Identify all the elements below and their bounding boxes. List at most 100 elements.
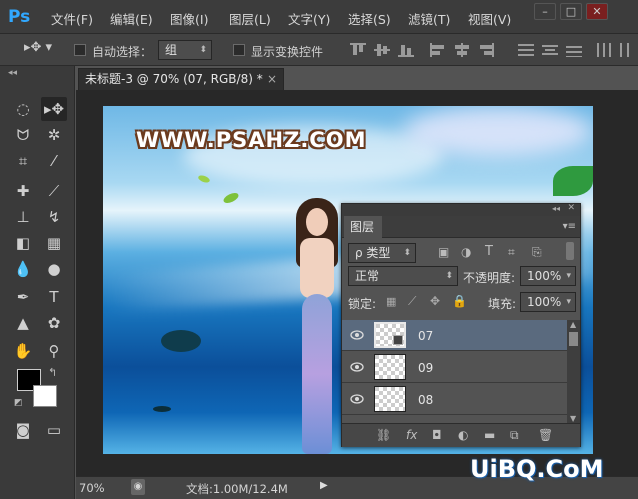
adjustment-layer-icon[interactable]: ◐ — [458, 428, 468, 442]
layer-row[interactable]: 09 — [342, 352, 567, 383]
fill-field[interactable]: 100% ▾ — [520, 292, 576, 312]
filter-toggle-icon[interactable] — [566, 242, 574, 260]
lock-position-icon[interactable]: ✥ — [430, 294, 440, 308]
close-panel-icon[interactable]: ✕ — [567, 203, 575, 213]
align-top-icon[interactable] — [350, 43, 366, 57]
menu-layer[interactable]: 图层(L) — [229, 9, 271, 28]
filter-type-icon[interactable]: T — [485, 244, 493, 259]
menu-image[interactable]: 图像(I) — [170, 9, 208, 28]
auto-select-checkbox[interactable] — [74, 44, 86, 56]
panel-menu-icon[interactable]: ▾≡ — [563, 221, 576, 232]
align-hcenter-icon[interactable] — [454, 43, 470, 57]
lock-transparent-icon[interactable]: ▦ — [386, 295, 396, 308]
distribute-right-icon[interactable] — [618, 43, 634, 57]
layer-name[interactable]: 07 — [418, 329, 433, 343]
menu-view[interactable]: 视图(V) — [468, 9, 511, 28]
move-tool-preset-icon[interactable]: ▸✥ ▾ — [24, 40, 62, 60]
filter-smart-object-icon[interactable]: ⎘ — [532, 245, 542, 260]
filter-adjustment-icon[interactable]: ◑ — [461, 245, 471, 259]
restore-icon[interactable]: □ — [560, 3, 582, 20]
status-menu-arrow-icon[interactable]: ▶ — [320, 480, 328, 491]
menu-file[interactable]: 文件(F) — [51, 9, 93, 28]
eyedropper-tool-icon[interactable]: ⁄ — [41, 149, 67, 173]
swap-colors-icon[interactable]: ↰ — [48, 366, 57, 379]
lasso-tool-icon[interactable]: ᗢ — [10, 123, 36, 147]
collapse-panel-icon[interactable]: ◂◂ — [552, 204, 560, 213]
dodge-tool-icon[interactable]: ● — [41, 257, 67, 281]
status-info-icon[interactable]: ◉ — [131, 479, 145, 495]
visibility-eye-icon[interactable] — [350, 329, 364, 341]
tools-panel: ◂◂ ◌ ▸✥ ᗢ ✲ ⌗ ⁄ ✚ ⟋ ⊥ ↯ ◧ ▦ 💧 ● ✒ T ▲ ✿ … — [0, 66, 75, 499]
collapse-arrows-icon[interactable]: ◂◂ — [8, 68, 17, 78]
crop-tool-icon[interactable]: ⌗ — [10, 149, 36, 173]
layer-row[interactable]: 08 — [342, 384, 567, 415]
add-mask-icon[interactable]: ◘ — [432, 428, 442, 442]
show-transform-checkbox[interactable] — [233, 44, 245, 56]
tab-layers[interactable]: 图层 — [344, 216, 382, 238]
screen-mode-icon[interactable]: ▭ — [41, 418, 67, 442]
pen-tool-icon[interactable]: ✒ — [10, 285, 36, 309]
scroll-up-icon[interactable]: ▲ — [570, 320, 576, 329]
menu-filter[interactable]: 滤镜(T) — [408, 9, 450, 28]
layers-panel: ◂◂ ✕ 图层 ▾≡ ρ 类型 ⬍ ▣ ◑ T ⌗ ⎘ 正常 ⬍ 不透明度: 1… — [341, 203, 581, 447]
history-brush-tool-icon[interactable]: ↯ — [41, 205, 67, 229]
scroll-thumb[interactable] — [569, 332, 578, 346]
quick-mask-icon[interactable]: ◙ — [10, 418, 36, 442]
move-tool-icon[interactable]: ▸✥ — [41, 97, 67, 121]
menu-edit[interactable]: 编辑(E) — [110, 9, 153, 28]
align-left-icon[interactable] — [430, 43, 446, 57]
layers-scrollbar[interactable]: ▲ ▼ — [567, 320, 580, 423]
zoom-tool-icon[interactable]: ⚲ — [41, 339, 67, 363]
align-vcenter-icon[interactable] — [374, 43, 390, 57]
close-icon[interactable]: ✕ — [586, 3, 608, 20]
panel-titlebar[interactable]: ◂◂ ✕ — [342, 203, 580, 216]
zoom-level[interactable]: 70% — [79, 481, 105, 495]
lock-all-icon[interactable]: 🔒 — [452, 294, 467, 308]
layer-name[interactable]: 09 — [418, 361, 433, 375]
lock-pixels-icon[interactable]: ⟋ — [408, 294, 416, 309]
healing-brush-tool-icon[interactable]: ✚ — [10, 179, 36, 203]
default-colors-icon[interactable]: ◩ — [14, 398, 23, 408]
marquee-tool-icon[interactable]: ◌ — [10, 97, 36, 121]
document-tab[interactable]: 未标题-3 @ 70% (07, RGB/8) * × — [78, 68, 284, 90]
auto-select-dropdown[interactable]: 组 ⬍ — [158, 40, 212, 60]
hand-tool-icon[interactable]: ✋ — [10, 339, 36, 363]
layer-filter-dropdown[interactable]: ρ 类型 ⬍ — [348, 243, 416, 263]
tab-close-icon[interactable]: × — [267, 69, 277, 90]
link-layers-icon[interactable]: ⛓ — [376, 428, 391, 442]
align-right-icon[interactable] — [478, 43, 494, 57]
distribute-left-icon[interactable] — [596, 43, 612, 57]
opacity-field[interactable]: 100% ▾ — [520, 266, 576, 286]
distribute-top-icon[interactable] — [518, 43, 534, 57]
minimize-icon[interactable]: – — [534, 3, 556, 20]
blur-tool-icon[interactable]: 💧 — [10, 257, 36, 281]
align-bottom-icon[interactable] — [398, 43, 414, 57]
layer-thumbnail — [374, 386, 406, 412]
new-layer-icon[interactable]: ⧉ — [510, 428, 519, 443]
custom-shape-tool-icon[interactable]: ✿ — [41, 311, 67, 335]
layer-name[interactable]: 08 — [418, 393, 433, 407]
menu-select[interactable]: 选择(S) — [348, 9, 391, 28]
type-tool-icon[interactable]: T — [41, 285, 67, 309]
new-group-icon[interactable]: ▬ — [484, 428, 495, 442]
visibility-eye-icon[interactable] — [350, 393, 364, 405]
path-selection-tool-icon[interactable]: ▲ — [10, 311, 36, 335]
document-info: 文档:1.00M/12.4M — [186, 482, 288, 496]
blend-mode-dropdown[interactable]: 正常 ⬍ — [348, 266, 458, 286]
scroll-down-icon[interactable]: ▼ — [570, 414, 576, 423]
background-color-swatch[interactable] — [33, 385, 57, 407]
filter-pixel-icon[interactable]: ▣ — [438, 245, 449, 259]
filter-shape-icon[interactable]: ⌗ — [508, 245, 515, 260]
menu-type[interactable]: 文字(Y) — [288, 9, 330, 28]
distribute-bottom-icon[interactable] — [566, 43, 582, 57]
delete-layer-icon[interactable]: 🗑 — [538, 428, 553, 442]
layer-row[interactable]: 07 — [342, 320, 567, 351]
gradient-tool-icon[interactable]: ▦ — [41, 231, 67, 255]
magic-wand-tool-icon[interactable]: ✲ — [41, 123, 67, 147]
layer-style-fx-icon[interactable]: fx — [406, 428, 417, 442]
clone-stamp-tool-icon[interactable]: ⊥ — [10, 205, 36, 229]
distribute-vcenter-icon[interactable] — [542, 43, 558, 57]
eraser-tool-icon[interactable]: ◧ — [10, 231, 36, 255]
visibility-eye-icon[interactable] — [350, 361, 364, 373]
brush-tool-icon[interactable]: ⟋ — [41, 179, 67, 203]
